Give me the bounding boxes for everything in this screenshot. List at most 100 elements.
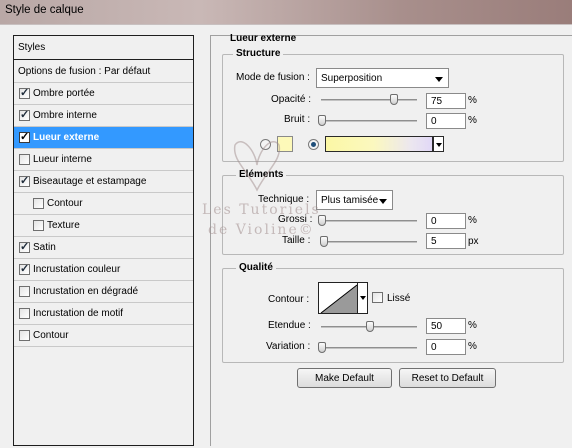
- list-item-drop-shadow[interactable]: Ombre portée: [14, 83, 193, 105]
- list-item-label: Incrustation couleur: [33, 264, 121, 275]
- list-item-bevel-emboss[interactable]: Biseautage et estampage: [14, 171, 193, 193]
- list-item-label: Incrustation en dégradé: [33, 286, 139, 297]
- opacity-slider-thumb[interactable]: [390, 94, 398, 105]
- noise-value: 0: [431, 116, 437, 127]
- list-item-stroke[interactable]: Contour: [14, 325, 193, 347]
- noise-percent: %: [468, 115, 477, 126]
- jitter-percent: %: [468, 341, 477, 352]
- noise-slider-track[interactable]: [321, 120, 417, 122]
- opacity-percent: %: [468, 95, 477, 106]
- butterfly-watermark-icon: [233, 141, 281, 192]
- checkbox-texture[interactable]: [33, 220, 44, 231]
- list-item-inner-glow[interactable]: Lueur interne: [14, 149, 193, 171]
- opacity-input[interactable]: 75: [426, 93, 466, 109]
- jitter-input[interactable]: 0: [426, 339, 466, 355]
- checkbox-inner-shadow[interactable]: [19, 108, 30, 121]
- noise-slider-thumb[interactable]: [318, 115, 326, 126]
- watermark: Les Tutoriels de Violine©: [202, 141, 321, 240]
- antialias-checkbox[interactable]: [372, 292, 383, 303]
- range-value: 50: [431, 321, 443, 332]
- blend-mode-select[interactable]: Superposition: [316, 68, 449, 88]
- gradient-dropdown-button[interactable]: [433, 136, 444, 152]
- list-item-label: Options de fusion : Par défaut: [18, 66, 151, 77]
- title-bar[interactable]: Style de calque: [0, 0, 572, 24]
- technique-value: Plus tamisée: [321, 195, 379, 206]
- opacity-slider-track[interactable]: [321, 99, 417, 101]
- make-default-label: Make Default: [315, 373, 374, 384]
- range-input[interactable]: 50: [426, 318, 466, 334]
- checkbox-contour-sub[interactable]: [33, 198, 44, 209]
- jitter-label: Variation :: [266, 341, 311, 352]
- chevron-down-icon: [379, 199, 387, 204]
- list-item-label: Contour: [47, 198, 83, 209]
- watermark-line-1: Les Tutoriels: [202, 202, 321, 218]
- list-item-outer-glow[interactable]: Lueur externe: [14, 127, 193, 149]
- spread-value: 0: [431, 216, 437, 227]
- chevron-down-icon: [435, 77, 443, 82]
- list-item-label: Contour: [33, 330, 69, 341]
- blend-mode-label: Mode de fusion :: [236, 72, 310, 83]
- styles-header[interactable]: Styles: [14, 36, 193, 60]
- checkbox-inner-glow[interactable]: [19, 154, 30, 165]
- panel-title: Lueur externe: [230, 33, 297, 44]
- list-item-gradient-overlay[interactable]: Incrustation en dégradé: [14, 281, 193, 303]
- list-item-texture[interactable]: Texture: [14, 215, 193, 237]
- gradient-radio[interactable]: [308, 139, 319, 150]
- contour-label: Contour :: [268, 294, 310, 305]
- make-default-button[interactable]: Make Default: [297, 368, 392, 388]
- checkbox-pattern-overlay[interactable]: [19, 308, 30, 319]
- structure-legend: Structure: [233, 48, 284, 59]
- blend-mode-value: Superposition: [321, 73, 383, 84]
- list-item-pattern-overlay[interactable]: Incrustation de motif: [14, 303, 193, 325]
- reset-to-default-label: Reset to Default: [411, 373, 484, 384]
- checkbox-satin[interactable]: [19, 240, 30, 253]
- list-item-label: Biseautage et estampage: [33, 176, 147, 187]
- window-title: Style de calque: [5, 4, 84, 16]
- range-label: Etendue :: [268, 320, 311, 331]
- spread-input[interactable]: 0: [426, 213, 466, 229]
- list-item-inner-shadow[interactable]: Ombre interne: [14, 105, 193, 127]
- technique-select[interactable]: Plus tamisée: [316, 190, 393, 210]
- list-item-label: Ombre portée: [33, 88, 95, 99]
- contour-curve-icon: [320, 284, 357, 313]
- antialias-label: Lissé: [387, 293, 411, 304]
- list-item-satin[interactable]: Satin: [14, 237, 193, 259]
- checkbox-stroke[interactable]: [19, 330, 30, 341]
- checkbox-bevel-emboss[interactable]: [19, 174, 30, 187]
- jitter-value: 0: [431, 342, 437, 353]
- contour-dropdown-button[interactable]: [357, 282, 368, 314]
- list-item-blending-options[interactable]: Options de fusion : Par défaut: [14, 61, 193, 83]
- list-item-label: Lueur externe: [33, 132, 100, 143]
- list-item-color-overlay[interactable]: Incrustation couleur: [14, 259, 193, 281]
- list-item-label: Ombre interne: [33, 110, 97, 121]
- jitter-slider-thumb[interactable]: [318, 342, 326, 353]
- range-percent: %: [468, 320, 477, 331]
- list-item-contour-sub[interactable]: Contour: [14, 193, 193, 215]
- opacity-value: 75: [431, 96, 443, 107]
- quality-legend: Qualité: [236, 262, 276, 273]
- list-item-label: Satin: [33, 242, 56, 253]
- checkbox-gradient-overlay[interactable]: [19, 286, 30, 297]
- watermark-line-2: de Violine©: [208, 222, 315, 238]
- noise-label: Bruit :: [284, 114, 311, 125]
- size-slider-thumb[interactable]: [319, 236, 328, 247]
- reset-to-default-button[interactable]: Reset to Default: [399, 368, 496, 388]
- list-item-label: Texture: [47, 220, 80, 231]
- size-value: 5: [431, 236, 437, 247]
- list-item-label: Lueur interne: [33, 154, 92, 165]
- jitter-slider-track[interactable]: [321, 347, 417, 349]
- spread-slider-track[interactable]: [321, 220, 417, 222]
- styles-header-label: Styles: [18, 42, 46, 53]
- checkbox-drop-shadow[interactable]: [19, 86, 30, 99]
- size-slider-track[interactable]: [321, 241, 417, 243]
- checkbox-outer-glow[interactable]: [19, 130, 30, 143]
- checkbox-color-overlay[interactable]: [19, 262, 30, 275]
- styles-list: Styles Options de fusion : Par défaut Om…: [13, 35, 194, 446]
- opacity-label: Opacité :: [271, 94, 312, 105]
- contour-picker[interactable]: [318, 282, 358, 314]
- chevron-down-icon: [360, 296, 366, 300]
- range-slider-thumb[interactable]: [366, 321, 374, 332]
- gradient-picker[interactable]: [325, 136, 444, 152]
- size-input[interactable]: 5: [426, 233, 466, 249]
- noise-input[interactable]: 0: [426, 113, 466, 129]
